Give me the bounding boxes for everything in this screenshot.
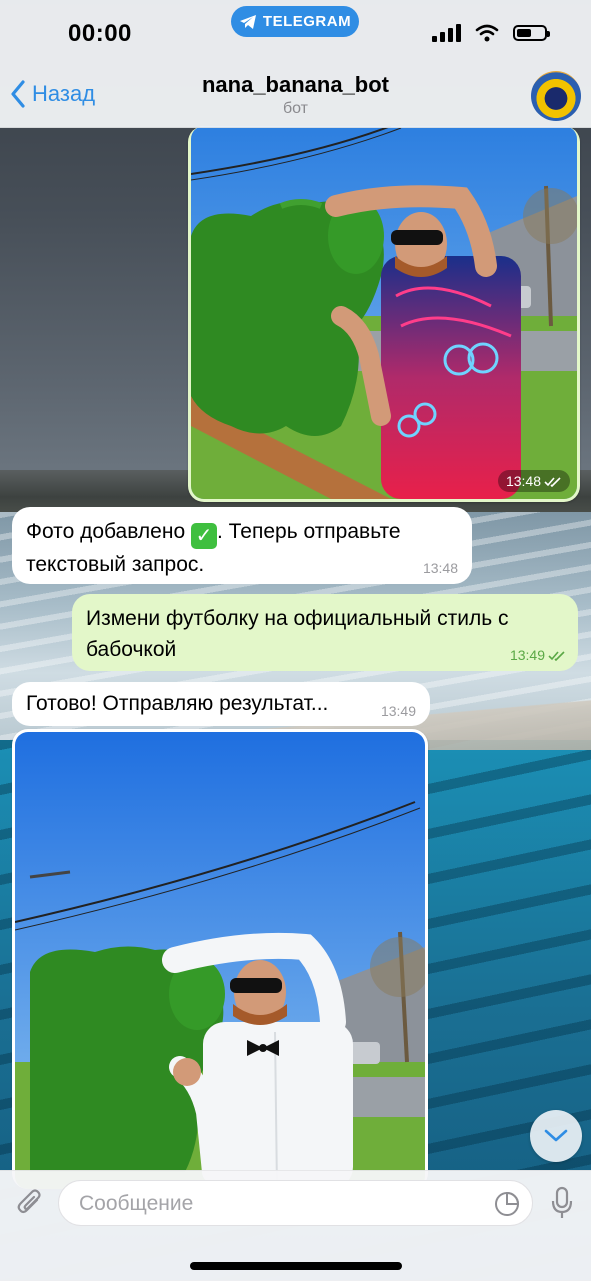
attach-icon xyxy=(17,1189,41,1214)
status-icons xyxy=(432,24,550,42)
app-pill-label: TELEGRAM xyxy=(262,13,352,30)
message-meta: 13:49 xyxy=(510,647,566,663)
photo-time: 13:48 xyxy=(505,473,541,489)
signal-icon xyxy=(432,24,461,42)
message-meta: 13:48 xyxy=(423,560,458,576)
chat-subtitle: бот xyxy=(282,100,309,117)
message-text: Измени футболку на официальный стиль с б… xyxy=(86,607,509,661)
chat-title-block[interactable]: nana_banana_bot бот xyxy=(0,72,591,118)
message-text-part: Фото добавлено xyxy=(26,520,191,543)
attach-button[interactable] xyxy=(12,1185,48,1221)
chat-title: nana_banana_bot xyxy=(201,72,390,97)
double-check-icon xyxy=(548,650,565,661)
photo-message-incoming[interactable] xyxy=(12,729,428,1189)
message-outgoing-prompt[interactable]: Измени футболку на официальный стиль с б… xyxy=(72,594,578,671)
checkmark-emoji-icon: ✓ xyxy=(190,523,217,549)
message-input[interactable] xyxy=(77,1189,481,1219)
scroll-to-bottom-button[interactable] xyxy=(530,1110,582,1162)
sticker-icon[interactable] xyxy=(494,1191,520,1217)
clock: 00:00 xyxy=(68,20,132,47)
photo-original[interactable] xyxy=(191,126,577,499)
avatar[interactable] xyxy=(531,71,581,121)
photo-image xyxy=(191,126,577,499)
message-field[interactable] xyxy=(58,1180,533,1226)
photo-time-badge: 13:48 xyxy=(497,470,570,492)
wifi-icon xyxy=(475,24,499,42)
photo-message-outgoing[interactable]: 13:48 xyxy=(188,126,580,502)
status-bar: 00:00 TELEGRAM xyxy=(0,0,591,62)
battery-icon xyxy=(513,25,550,41)
message-incoming-photo-added[interactable]: Фото добавлено ✓. Теперь отправьте текст… xyxy=(12,507,472,584)
message-time: 13:49 xyxy=(380,703,416,719)
message-meta: 13:49 xyxy=(381,703,416,719)
chevron-down-icon xyxy=(544,1129,568,1142)
message-text: Готово! Отправляю результат... xyxy=(26,692,329,715)
home-indicator xyxy=(190,1262,402,1270)
telegram-pill[interactable]: TELEGRAM xyxy=(231,6,359,37)
voice-message-button[interactable] xyxy=(544,1183,580,1223)
photo-result[interactable] xyxy=(15,732,425,1189)
message-time: 13:49 xyxy=(509,647,545,663)
mic-icon xyxy=(551,1186,573,1218)
message-incoming-done[interactable]: Готово! Отправляю результат... 13:49 xyxy=(12,682,430,726)
message-time: 13:48 xyxy=(422,560,458,576)
double-check-icon xyxy=(544,476,561,487)
telegram-icon xyxy=(239,14,256,29)
photo-image xyxy=(15,732,425,1189)
